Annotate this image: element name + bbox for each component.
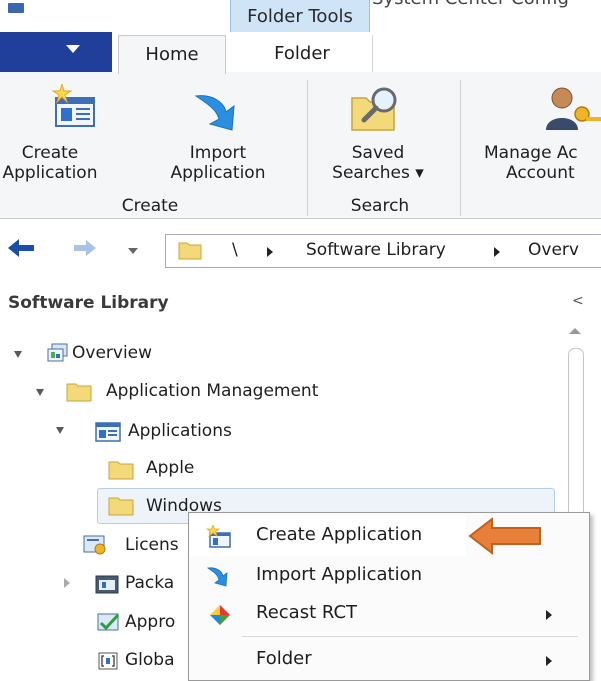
collapse-pane-button[interactable]: <	[572, 293, 584, 309]
tree-item-applications[interactable]: Applications	[128, 421, 232, 441]
submenu-arrow-icon	[546, 610, 552, 620]
breadcrumb-separator-icon[interactable]	[267, 247, 273, 257]
create-label-line2: Application	[2, 163, 98, 183]
context-tab-folder-tools: Folder Tools	[230, 0, 370, 32]
expand-arrow-icon[interactable]	[56, 427, 64, 434]
group-label-create: Create	[121, 196, 179, 216]
package-icon	[95, 575, 119, 594]
import-label-line2: Application	[170, 163, 266, 183]
menu-item-create-application[interactable]: Create Application	[190, 516, 466, 556]
menu-item-label: Folder	[256, 648, 312, 669]
collapsed-arrow-icon[interactable]	[64, 578, 70, 588]
manage-accounts-label-line1: Manage Ac	[484, 143, 578, 163]
saved-searches-button[interactable]: Saved Searches ▾	[318, 80, 438, 186]
create-application-button[interactable]: Create Application	[3, 80, 130, 186]
expand-arrow-icon[interactable]	[36, 389, 44, 396]
tree-item-application-management[interactable]: Application Management	[106, 381, 318, 401]
submenu-arrow-icon	[546, 656, 552, 666]
saved-searches-label-line1: Saved	[351, 143, 405, 163]
tree-item-apple[interactable]: Apple	[146, 458, 194, 478]
breadcrumb-separator-icon[interactable]	[494, 247, 500, 257]
tree-item-packages[interactable]: Packa	[125, 573, 174, 593]
menu-item-import-application[interactable]: Import Application	[190, 558, 586, 594]
global-conditions-icon	[98, 652, 118, 670]
approval-icon	[97, 613, 120, 631]
scroll-up-icon[interactable]	[569, 328, 581, 334]
saved-searches-label-line2: Searches ▾	[332, 163, 424, 183]
user-key-icon	[546, 87, 601, 130]
menu-item-label: Recast RCT	[256, 602, 358, 623]
app-icon	[8, 3, 24, 13]
manage-accounts-label-line2: Account	[506, 163, 575, 183]
create-label-line1: Create	[21, 143, 79, 163]
folder-icon	[178, 242, 202, 260]
import-arrow-icon	[206, 567, 228, 587]
recast-rct-icon	[210, 605, 230, 625]
forward-arrow-icon[interactable]	[72, 238, 98, 258]
history-dropdown-icon[interactable]	[128, 248, 138, 254]
applications-icon	[95, 422, 121, 442]
import-application-button[interactable]: Import Application	[160, 80, 276, 186]
manage-accounts-button[interactable]: Manage Ac Account	[484, 80, 601, 186]
window-title: System Center Config	[372, 0, 569, 9]
overview-icon	[47, 343, 68, 362]
breadcrumb-software-library[interactable]: Software Library	[306, 240, 446, 260]
import-label-line1: Import	[189, 143, 247, 163]
menu-separator	[242, 636, 578, 637]
breadcrumb-overview[interactable]: Overv	[528, 240, 579, 260]
menu-item-recast-rct[interactable]: Recast RCT	[190, 596, 586, 632]
saved-searches-icon	[351, 87, 397, 131]
menu-item-label: Import Application	[256, 564, 423, 585]
back-arrow-icon[interactable]	[6, 236, 36, 260]
dropdown-arrow-icon	[66, 45, 80, 53]
ribbon-group-separator	[460, 80, 461, 216]
tab-home[interactable]: Home	[118, 35, 226, 74]
license-icon	[83, 535, 106, 555]
create-application-icon	[206, 525, 231, 548]
group-label-search: Search	[350, 196, 410, 216]
import-arrow-icon	[194, 95, 235, 131]
expand-arrow-icon[interactable]	[14, 351, 22, 358]
tree-item-overview[interactable]: Overview	[72, 343, 152, 363]
nav-pane-header: Software Library	[8, 293, 169, 313]
address-root[interactable]: \	[232, 240, 238, 260]
menu-item-label: Create Application	[256, 524, 423, 545]
tab-folder[interactable]: Folder	[232, 35, 373, 73]
file-menu-button[interactable]	[0, 32, 112, 72]
tree-item-licenses[interactable]: Licens	[125, 535, 179, 555]
annotation-arrow-icon	[468, 516, 541, 556]
folder-icon	[66, 383, 92, 402]
tree-item-approval[interactable]: Appro	[125, 612, 175, 632]
tree-item-global-conditions[interactable]: Globa	[125, 650, 175, 670]
create-application-icon	[51, 84, 95, 127]
folder-icon	[108, 497, 134, 516]
ribbon-group-separator	[307, 80, 308, 216]
menu-item-folder[interactable]: Folder	[190, 642, 586, 678]
folder-icon	[108, 461, 134, 480]
